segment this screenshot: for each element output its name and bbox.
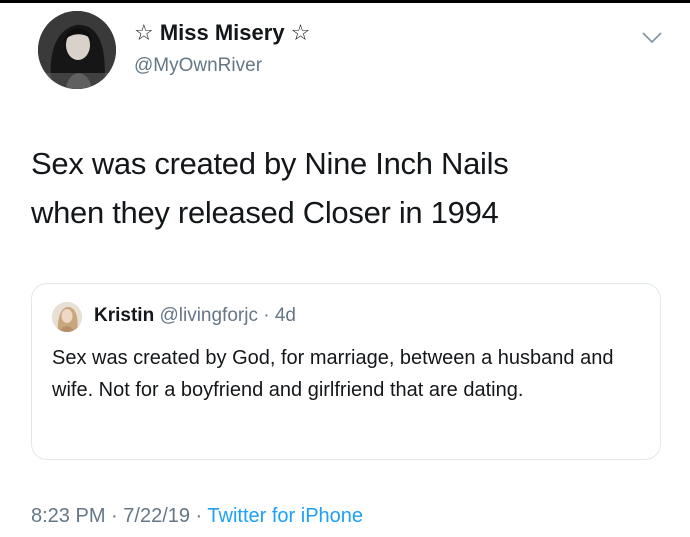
quote-avatar-photo	[52, 302, 82, 332]
tweet-date[interactable]: 7/22/19	[123, 505, 190, 527]
tweet-text-line: when they released Closer in 1994	[31, 195, 499, 230]
footer-separator: ·	[105, 505, 124, 527]
quote-separator: ·	[257, 305, 275, 326]
tweet-text-line: Sex was created by Nine Inch Nails	[31, 146, 509, 181]
quote-author-name[interactable]: Kristin	[94, 305, 154, 326]
tweet-text: Sex was created by Nine Inch Nails when …	[31, 139, 671, 237]
quote-header: Kristin @livingforjc · 4d	[94, 305, 296, 327]
tweet-time[interactable]: 8:23 PM	[31, 505, 105, 527]
chevron-down-icon[interactable]	[641, 30, 663, 46]
avatar-photo	[38, 11, 116, 89]
footer-separator: ·	[190, 505, 208, 527]
quote-age: 4d	[274, 305, 296, 326]
quote-text: Sex was created by God, for marriage, be…	[52, 347, 614, 401]
tweet-card: ☆ Miss Misery ☆ @MyOwnRiver Sex was crea…	[0, 0, 690, 537]
quoted-tweet[interactable]: Kristin @livingforjc · 4d Sex was create…	[31, 283, 661, 460]
user-handle[interactable]: @MyOwnRiver	[134, 55, 262, 77]
display-name[interactable]: ☆ Miss Misery ☆	[134, 20, 310, 46]
quote-author-handle[interactable]: @livingforjc	[159, 305, 257, 326]
tweet-footer: 8:23 PM · 7/22/19 · Twitter for iPhone	[31, 505, 363, 528]
tweet-source-link[interactable]: Twitter for iPhone	[207, 505, 363, 527]
avatar[interactable]	[38, 11, 116, 89]
quote-avatar[interactable]	[52, 302, 82, 332]
